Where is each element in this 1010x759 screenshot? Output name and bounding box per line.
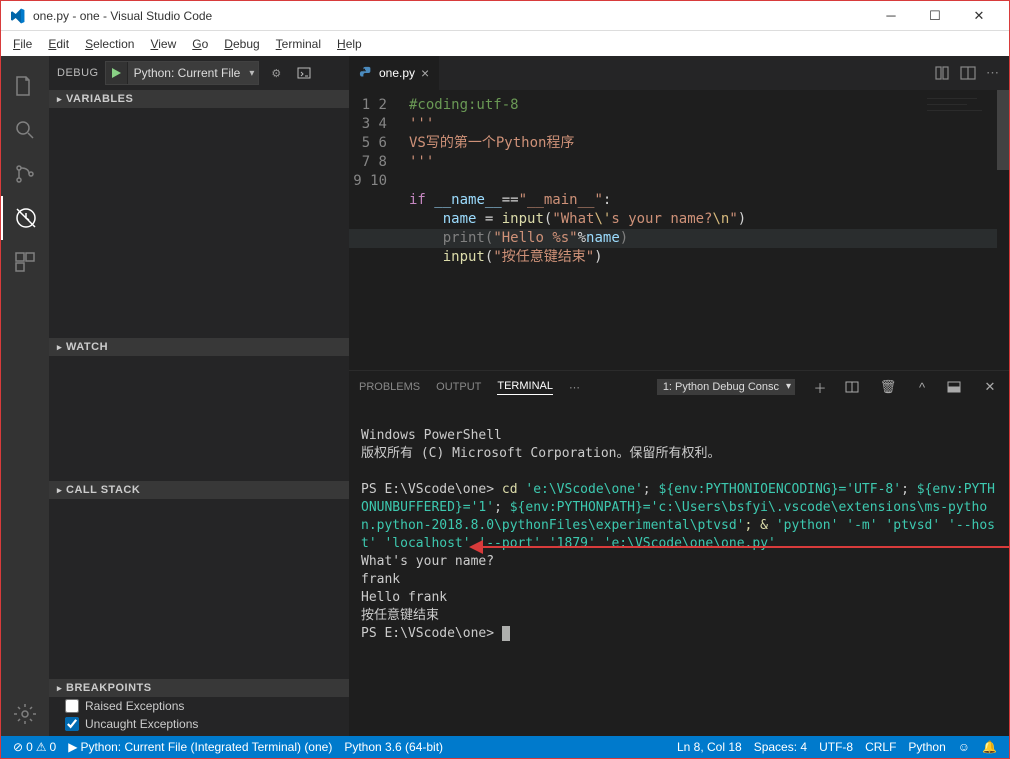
- maximize-panel-icon[interactable]: ^: [913, 380, 931, 395]
- split-terminal-icon[interactable]: [845, 380, 863, 394]
- minimize-button[interactable]: ─: [869, 2, 913, 30]
- split-editor-icon[interactable]: [960, 65, 976, 81]
- tab-one-py[interactable]: one.py ×: [349, 56, 440, 90]
- tab-label: one.py: [379, 66, 415, 80]
- debug-config-selector[interactable]: Python: Current File: [105, 61, 260, 85]
- menu-bar: File Edit Selection View Go Debug Termin…: [1, 31, 1009, 56]
- status-spaces[interactable]: Spaces: 4: [748, 740, 813, 754]
- menu-terminal[interactable]: Terminal: [268, 35, 329, 53]
- close-panel-icon[interactable]: ✕: [981, 379, 999, 395]
- close-button[interactable]: ✕: [957, 2, 1001, 30]
- window-title: one.py - one - Visual Studio Code: [33, 9, 869, 23]
- menu-go[interactable]: Go: [184, 35, 216, 53]
- status-encoding[interactable]: UTF-8: [813, 740, 859, 754]
- breakpoints-section[interactable]: BREAKPOINTS: [49, 679, 349, 697]
- source-control-icon[interactable]: [1, 152, 49, 196]
- menu-view[interactable]: View: [142, 35, 184, 53]
- breakpoint-uncaught-label: Uncaught Exceptions: [85, 717, 198, 731]
- maximize-button[interactable]: ☐: [913, 2, 957, 30]
- watch-section[interactable]: WATCH: [49, 338, 349, 356]
- debug-console-icon[interactable]: [293, 62, 315, 84]
- debug-label: DEBUG: [57, 67, 99, 79]
- variables-section[interactable]: VARIABLES: [49, 90, 349, 108]
- vscode-logo-icon: [9, 8, 25, 24]
- annotation-arrow: [479, 546, 1009, 548]
- debug-config-name[interactable]: Python: Current File: [128, 66, 259, 80]
- more-actions-icon[interactable]: ⋯: [986, 65, 999, 81]
- extensions-icon[interactable]: [1, 240, 49, 284]
- toggle-panel-icon[interactable]: [947, 380, 965, 394]
- debug-side-panel: DEBUG Python: Current File ⚙ VARIABLES W…: [49, 56, 349, 736]
- menu-selection[interactable]: Selection: [77, 35, 142, 53]
- panel-tab-problems[interactable]: PROBLEMS: [359, 381, 420, 393]
- breakpoint-raised[interactable]: Raised Exceptions: [49, 697, 349, 715]
- status-bar: ⊘0 ⚠0 ▶ Python: Current File (Integrated…: [1, 736, 1009, 758]
- debug-icon[interactable]: [1, 196, 49, 240]
- status-python[interactable]: Python 3.6 (64-bit): [338, 740, 449, 754]
- status-position[interactable]: Ln 8, Col 18: [671, 740, 748, 754]
- explorer-icon[interactable]: [1, 64, 49, 108]
- status-feedback-icon[interactable]: ☺: [952, 740, 976, 754]
- activity-bar: [1, 56, 49, 736]
- close-tab-icon[interactable]: ×: [421, 65, 429, 81]
- menu-debug[interactable]: Debug: [216, 35, 267, 53]
- menu-edit[interactable]: Edit: [40, 35, 77, 53]
- bottom-panel: PROBLEMS OUTPUT TERMINAL ⋯ 1: Python Deb…: [349, 370, 1009, 736]
- new-terminal-icon[interactable]: ＋: [811, 378, 829, 397]
- debug-settings-icon[interactable]: ⚙: [265, 62, 287, 84]
- title-bar: one.py - one - Visual Studio Code ─ ☐ ✕: [1, 1, 1009, 31]
- kill-terminal-icon[interactable]: 🗑: [879, 379, 897, 395]
- panel-tab-output[interactable]: OUTPUT: [436, 381, 481, 393]
- status-launch[interactable]: ▶ Python: Current File (Integrated Termi…: [62, 740, 338, 754]
- status-eol[interactable]: CRLF: [859, 740, 902, 754]
- python-file-icon: [359, 66, 373, 80]
- compare-icon[interactable]: [934, 65, 950, 81]
- annotation-arrowhead: [469, 540, 483, 554]
- menu-file[interactable]: File: [5, 35, 40, 53]
- code-content[interactable]: #coding:utf-8 ''' VS写的第一个Python程序 ''' if…: [399, 90, 1009, 370]
- scroll-thumb[interactable]: [997, 90, 1009, 170]
- settings-gear-icon[interactable]: [1, 692, 49, 736]
- status-errors[interactable]: ⊘0 ⚠0: [7, 740, 62, 754]
- minimap[interactable]: [927, 96, 997, 156]
- terminal-cursor: [502, 626, 510, 641]
- status-notifications-icon[interactable]: 🔔: [976, 740, 1003, 754]
- start-debug-button[interactable]: [106, 62, 128, 84]
- breakpoint-raised-label: Raised Exceptions: [85, 699, 184, 713]
- status-language[interactable]: Python: [902, 740, 951, 754]
- scroll-track[interactable]: [997, 90, 1009, 370]
- code-editor[interactable]: 1 2 3 4 5 6 7 8 9 10 #coding:utf-8 ''' V…: [349, 90, 1009, 370]
- callstack-section[interactable]: CALL STACK: [49, 481, 349, 499]
- search-icon[interactable]: [1, 108, 49, 152]
- breakpoint-uncaught[interactable]: Uncaught Exceptions: [49, 715, 349, 733]
- menu-help[interactable]: Help: [329, 35, 370, 53]
- panel-tab-terminal[interactable]: TERMINAL: [497, 380, 553, 395]
- panel-more-icon[interactable]: ⋯: [569, 381, 580, 394]
- terminal-selector[interactable]: 1: Python Debug Consc: [657, 379, 795, 395]
- terminal-content[interactable]: Windows PowerShell 版权所有 (C) Microsoft Co…: [349, 403, 1009, 736]
- editor-tab-bar: one.py × ⋯: [349, 56, 1009, 90]
